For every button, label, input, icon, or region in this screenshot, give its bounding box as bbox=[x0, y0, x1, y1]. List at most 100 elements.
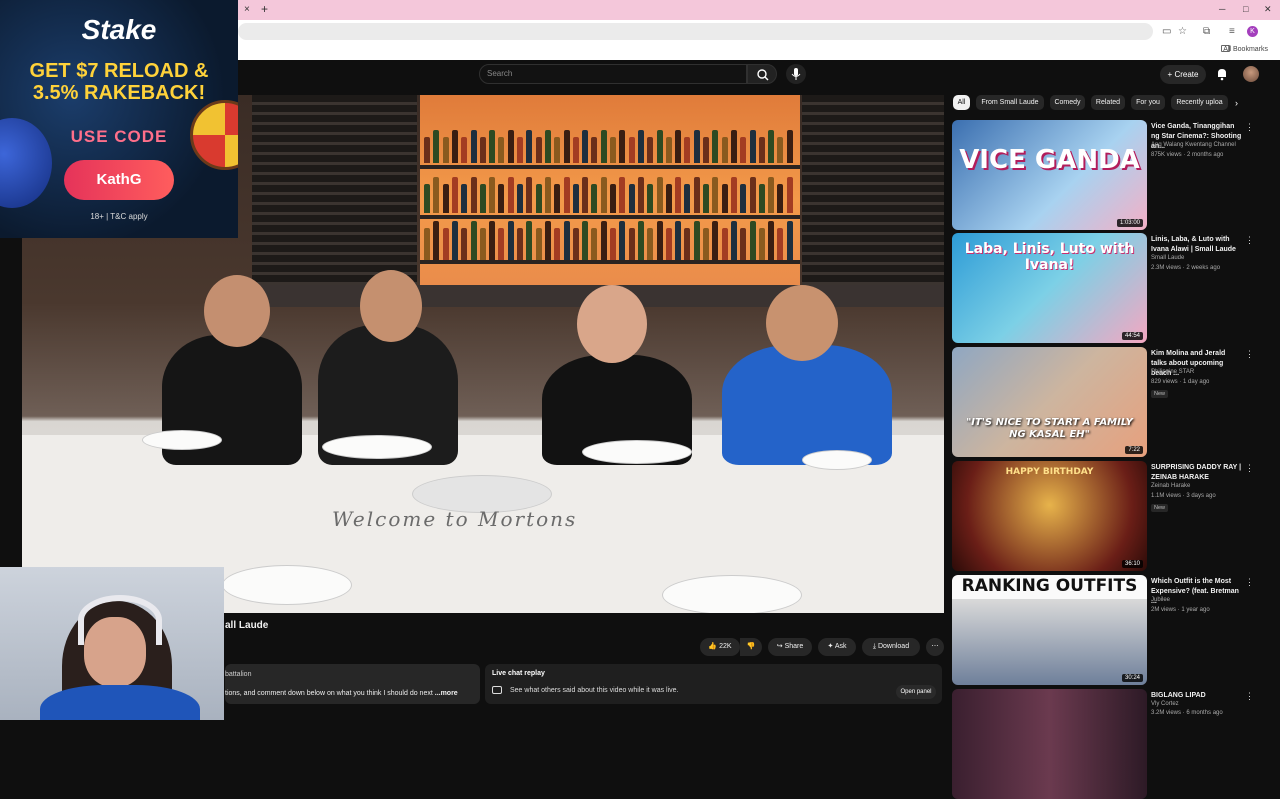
video-thumbnail[interactable]: "IT'S NICE TO START A FAMILY NG KASAL EH… bbox=[952, 347, 1147, 457]
browser-profile-icon[interactable]: K bbox=[1247, 26, 1258, 37]
more-vertical-icon[interactable]: ⋮ bbox=[1245, 235, 1254, 246]
video-thumbnail[interactable]: HAPPY BIRTHDAY 36:10 bbox=[952, 461, 1147, 571]
bottle bbox=[535, 184, 542, 213]
video-title: all Laude bbox=[225, 620, 269, 631]
streamer-shirt bbox=[40, 685, 200, 720]
recommendation-channel[interactable]: Small Laude bbox=[1151, 255, 1184, 261]
description-text: tions, and comment down below on what yo… bbox=[225, 690, 458, 697]
recommendation-channel[interactable]: Jubilee bbox=[1151, 597, 1170, 603]
description-box[interactable] bbox=[225, 664, 480, 704]
bottle bbox=[433, 221, 440, 260]
recommendation-item[interactable]: RANKING OUTFITS 30:24 Which Outfit is th… bbox=[952, 575, 1272, 685]
search-input[interactable] bbox=[479, 64, 747, 84]
window-close-icon[interactable]: ✕ bbox=[1264, 4, 1272, 15]
media-icon[interactable]: ≡ bbox=[1229, 26, 1235, 37]
more-vertical-icon[interactable]: ⋮ bbox=[1245, 691, 1254, 702]
browser-tab-bar bbox=[238, 0, 1280, 20]
thumbnail-text: VICE GANDA bbox=[959, 145, 1140, 175]
minimize-icon[interactable]: ─ bbox=[1219, 4, 1225, 14]
bottle bbox=[544, 177, 551, 213]
recommendation-channel[interactable]: Philippine STAR bbox=[1151, 369, 1194, 375]
user-avatar[interactable] bbox=[1243, 66, 1259, 82]
share-label: Share bbox=[784, 643, 804, 650]
recommendation-title[interactable]: SURPRISING DADDY RAY | ZEINAB HARAKE bbox=[1151, 463, 1243, 483]
headphones bbox=[78, 595, 162, 645]
bookmark-star-icon[interactable]: ☆ bbox=[1178, 26, 1187, 37]
plate bbox=[662, 575, 802, 613]
voice-search-button[interactable] bbox=[786, 64, 806, 84]
recommendation-item[interactable]: VICE GANDA 1:03:00 Vice Ganda, Tinanggih… bbox=[952, 120, 1272, 230]
chip-related[interactable]: Related bbox=[1091, 95, 1125, 110]
recommendation-title[interactable]: Linis, Laba, & Luto with Ivana Alawi | S… bbox=[1151, 235, 1243, 255]
recommendation-meta: 875K views · 2 months ago bbox=[1151, 152, 1224, 158]
recommendation-channel[interactable]: Vly Cortez bbox=[1151, 701, 1179, 707]
bottle bbox=[600, 221, 607, 260]
ad-headline-line2: 3.5% RAKEBACK! bbox=[32, 82, 206, 104]
bottle bbox=[758, 228, 765, 260]
bottle bbox=[507, 221, 514, 260]
video-thumbnail[interactable]: RANKING OUTFITS 30:24 bbox=[952, 575, 1147, 685]
notifications-bell-icon[interactable] bbox=[1215, 67, 1229, 81]
recommendation-item[interactable]: HAPPY BIRTHDAY 36:10 SURPRISING DADDY RA… bbox=[952, 461, 1272, 571]
bottle bbox=[554, 228, 561, 260]
chip-from-small-laude[interactable]: From Small Laude bbox=[976, 95, 1044, 110]
new-tab-icon[interactable]: + bbox=[261, 2, 268, 16]
chip-comedy[interactable]: Comedy bbox=[1050, 95, 1085, 110]
plate bbox=[582, 440, 692, 464]
bottle bbox=[665, 137, 672, 163]
recommendation-title[interactable]: BIGLANG LIPAD bbox=[1151, 691, 1243, 701]
search-button[interactable] bbox=[747, 64, 777, 84]
tab-close-icon[interactable]: × bbox=[244, 4, 250, 15]
webcam-overlay bbox=[0, 567, 224, 720]
bottle bbox=[507, 177, 514, 213]
all-bookmarks-link[interactable]: All Bookmarks bbox=[1223, 46, 1268, 53]
chip-recently-uploaded[interactable]: Recently uploa bbox=[1171, 95, 1228, 110]
open-panel-button[interactable]: Open panel bbox=[896, 685, 936, 699]
ad-code-button[interactable]: KathG bbox=[64, 160, 174, 200]
recommendation-channel[interactable]: Zeinab Harake bbox=[1151, 483, 1190, 489]
more-vertical-icon[interactable]: ⋮ bbox=[1245, 577, 1254, 588]
video-duration: 1:03:00 bbox=[1116, 219, 1143, 227]
like-button[interactable]: 👍 22K bbox=[700, 638, 740, 656]
chip-for-you[interactable]: For you bbox=[1131, 95, 1165, 110]
video-thumbnail[interactable] bbox=[952, 689, 1147, 799]
live-chat-replay-panel bbox=[485, 664, 942, 704]
cast-icon[interactable]: ▭ bbox=[1162, 26, 1171, 37]
recommendation-item[interactable]: BIGLANG LIPAD Vly Cortez 3.2M views · 6 … bbox=[952, 689, 1272, 799]
bottle bbox=[451, 130, 458, 163]
ad-code-label: USE CODE bbox=[70, 127, 168, 146]
bottle bbox=[517, 228, 523, 260]
show-more-link[interactable]: ...more bbox=[435, 690, 458, 697]
more-vertical-icon[interactable]: ⋮ bbox=[1245, 349, 1254, 360]
more-vertical-icon[interactable]: ⋮ bbox=[1245, 463, 1254, 474]
bottle bbox=[461, 137, 468, 163]
recommendation-channel[interactable]: Ang Walang Kwentang Channel bbox=[1151, 142, 1236, 148]
address-field[interactable] bbox=[238, 23, 1153, 40]
bottle bbox=[442, 184, 449, 213]
new-badge: New bbox=[1151, 390, 1169, 398]
bottle bbox=[535, 137, 542, 163]
recommendation-meta: 2.3M views · 2 weeks ago bbox=[1151, 265, 1221, 271]
download-button[interactable]: ⤓ Download bbox=[862, 638, 920, 656]
chevron-right-icon[interactable]: › bbox=[1235, 98, 1238, 108]
recommendation-item[interactable]: "IT'S NICE TO START A FAMILY NG KASAL EH… bbox=[952, 347, 1272, 457]
more-actions-button[interactable]: ⋯ bbox=[926, 638, 944, 656]
bottle bbox=[461, 184, 468, 213]
chip-all[interactable]: All bbox=[953, 95, 970, 110]
bottle bbox=[749, 130, 756, 163]
create-button[interactable]: + Create bbox=[1160, 65, 1206, 84]
maximize-icon[interactable]: □ bbox=[1243, 4, 1248, 14]
bottle bbox=[721, 228, 728, 260]
more-vertical-icon[interactable]: ⋮ bbox=[1245, 122, 1254, 133]
video-thumbnail[interactable]: VICE GANDA 1:03:00 bbox=[952, 120, 1147, 230]
extensions-icon[interactable]: ⧉ bbox=[1203, 26, 1210, 37]
bottle bbox=[740, 184, 747, 213]
recommendation-meta: 2M views · 1 year ago bbox=[1151, 607, 1210, 613]
share-button[interactable]: ↪ Share bbox=[768, 638, 812, 656]
bottle bbox=[647, 137, 654, 163]
dislike-button[interactable]: 👎 bbox=[740, 638, 762, 656]
ask-button[interactable]: ✦ Ask bbox=[818, 638, 856, 656]
recommendation-item[interactable]: Laba, Linis, Luto with Ivana! 44:54 Lini… bbox=[952, 233, 1272, 343]
video-thumbnail[interactable]: Laba, Linis, Luto with Ivana! 44:54 bbox=[952, 233, 1147, 343]
ad-banner[interactable]: Stake GET $7 RELOAD & 3.5% RAKEBACK! USE… bbox=[0, 0, 238, 238]
